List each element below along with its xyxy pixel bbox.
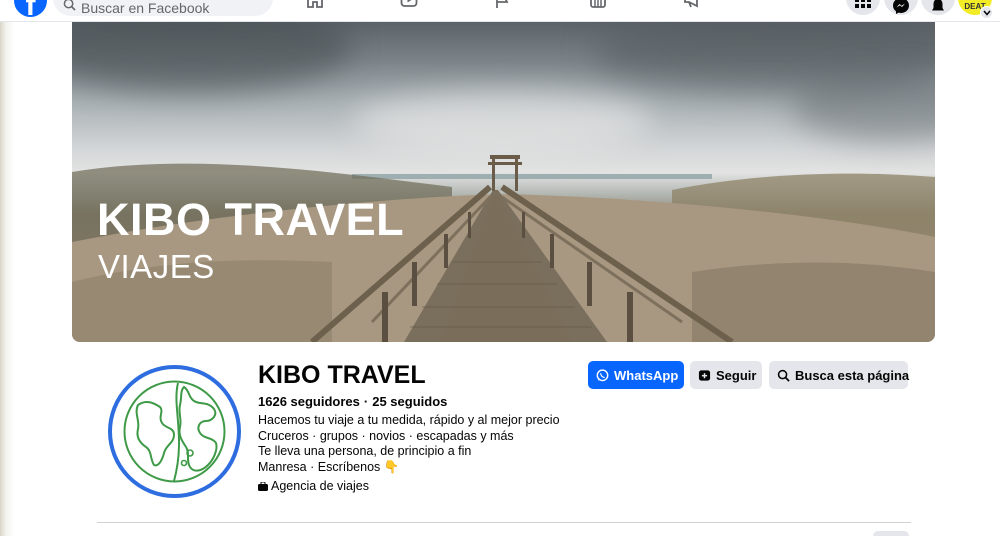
nav-marketplace[interactable] (589, 0, 607, 9)
bio-line: Manresa · Escríbenos 👇 (258, 460, 400, 474)
nav-pages[interactable] (494, 0, 512, 9)
account-menu-caret[interactable] (980, 6, 993, 19)
search-page-label: Busca esta página (795, 367, 910, 383)
video-icon (400, 0, 418, 7)
marketplace-icon (590, 0, 606, 8)
profile-picture[interactable] (108, 365, 241, 498)
page-title: KIBO TRAVEL (258, 361, 426, 389)
follow-button[interactable]: Seguir (690, 361, 762, 389)
cover-photo[interactable]: KIBO TRAVEL VIAJES (72, 22, 935, 342)
briefcase-icon (258, 481, 268, 491)
nav-video[interactable] (400, 0, 418, 9)
flag-icon (496, 0, 509, 8)
search-page-button[interactable]: Busca esta página (769, 361, 910, 389)
cover-title: KIBO TRAVEL (97, 194, 405, 245)
more-options-button[interactable] (873, 531, 909, 536)
globe-logo-icon (123, 380, 226, 483)
boardwalk-illustration (72, 155, 935, 342)
search-icon (63, 0, 76, 11)
whatsapp-label: WhatsApp (614, 367, 679, 383)
top-navigation-bar: f Buscar en Facebook DEAT (0, 0, 1000, 22)
bio-line: Hacemos tu viaje a tu medida, rápido y a… (258, 413, 560, 427)
whatsapp-button[interactable]: WhatsApp (588, 361, 684, 389)
section-divider (97, 522, 911, 523)
megaphone-icon (684, 0, 698, 8)
home-icon (307, 0, 323, 8)
page-category: Agencia de viajes (258, 479, 369, 493)
chevron-down-icon (983, 10, 991, 16)
follow-plus-icon (698, 369, 711, 381)
grid-menu-icon (855, 0, 871, 8)
stats-separator: · (363, 394, 369, 409)
bell-icon (932, 0, 944, 11)
messenger-icon (893, 0, 909, 14)
nav-home[interactable] (306, 0, 324, 9)
messenger-button[interactable] (884, 0, 918, 15)
category-label: Agencia de viajes (271, 479, 369, 493)
nav-ads[interactable] (683, 0, 701, 9)
search-icon (777, 369, 790, 382)
page-stats: 1626 seguidores · 25 seguidos (258, 394, 447, 409)
whatsapp-icon (596, 368, 609, 381)
facebook-logo[interactable]: f (14, 0, 47, 21)
bio-line: Te lleva una persona, de principio a fin (258, 444, 472, 458)
search-placeholder: Buscar en Facebook (81, 0, 210, 16)
bio-line: Cruceros · grupos · novios · escapadas y… (258, 429, 514, 443)
search-input[interactable]: Buscar en Facebook (53, 0, 273, 16)
menu-button[interactable] (846, 0, 880, 15)
notifications-button[interactable] (921, 0, 955, 15)
follow-label: Seguir (716, 367, 757, 383)
following-count[interactable]: 25 seguidos (372, 394, 447, 409)
cover-subtitle: VIAJES (98, 248, 215, 285)
followers-count[interactable]: 1626 seguidores (258, 394, 360, 409)
